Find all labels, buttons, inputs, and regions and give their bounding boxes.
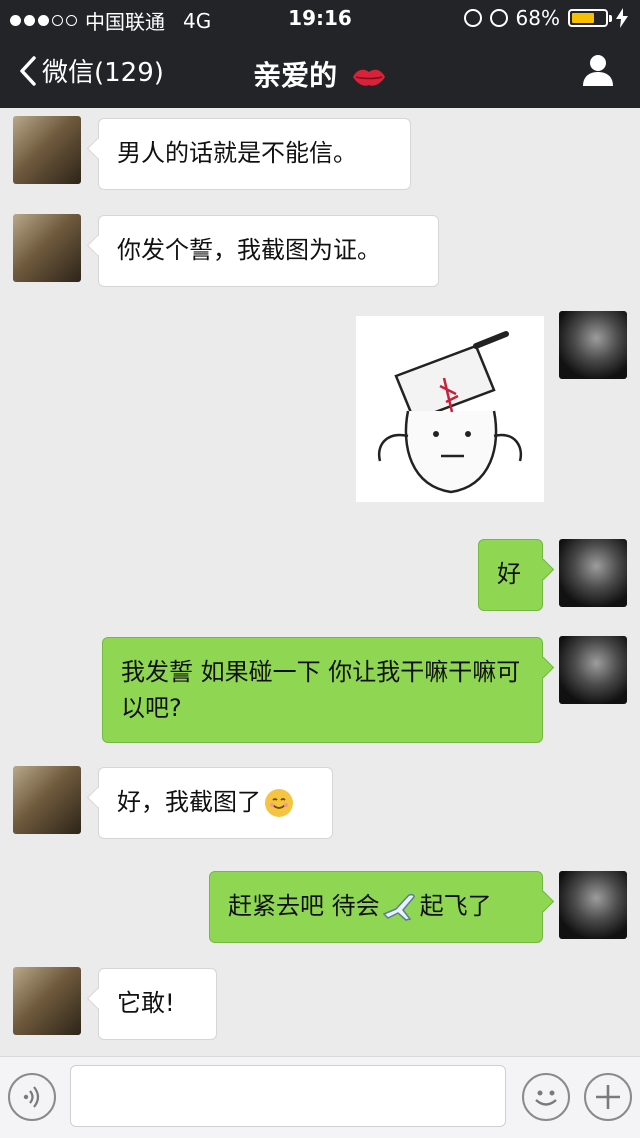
my-avatar[interactable]	[559, 311, 627, 379]
voice-icon	[23, 1086, 40, 1108]
input-bar	[0, 1056, 640, 1138]
alarm-icon	[489, 9, 508, 27]
my-avatar[interactable]	[559, 539, 627, 607]
charging-bolt-icon	[616, 8, 628, 28]
cleaver-on-head-sticker[interactable]	[356, 316, 544, 502]
emoji-icon	[535, 1090, 557, 1106]
airplane-emoji-icon	[382, 893, 415, 921]
my-avatar[interactable]	[559, 871, 627, 939]
status-bar: 中国联通 4G 19:16 68%	[0, 0, 640, 36]
smile-emoji-icon	[265, 789, 293, 817]
incoming-message[interactable]: 它敢!	[98, 968, 217, 1040]
contact-avatar[interactable]	[13, 967, 81, 1035]
message-text: 好，我截图了	[117, 788, 261, 816]
kiss-lips-icon	[352, 69, 385, 86]
chat-title: 亲爱的	[0, 54, 640, 94]
outgoing-message[interactable]: 我发誓 如果碰一下 你让我干嘛干嘛可以吧?	[102, 637, 543, 743]
plus-icon	[596, 1085, 620, 1109]
message-text: 男人的话就是不能信。	[117, 139, 357, 167]
more-button[interactable]	[584, 1073, 632, 1121]
outgoing-message[interactable]: 好	[478, 539, 543, 611]
profile-icon[interactable]	[580, 52, 616, 88]
message-text-before: 赶紧去吧 待会	[228, 892, 380, 920]
emoji-button[interactable]	[522, 1073, 570, 1121]
contact-avatar[interactable]	[13, 214, 81, 282]
message-text: 我发誓 如果碰一下 你让我干嘛干嘛可以吧?	[121, 658, 521, 722]
message-text: 你发个誓，我截图为证。	[117, 236, 381, 264]
nav-bar: 微信(129) 亲爱的	[0, 36, 640, 108]
battery-icon	[568, 9, 612, 27]
rotation-lock-icon	[463, 9, 482, 27]
incoming-message[interactable]: 男人的话就是不能信。	[98, 118, 411, 190]
chat-area[interactable]: 男人的话就是不能信。 你发个誓，我截图为证。 好 我发誓 如果碰一下 你让我干嘛…	[0, 108, 640, 1056]
my-avatar[interactable]	[559, 636, 627, 704]
incoming-message[interactable]: 好，我截图了	[98, 767, 333, 839]
message-input[interactable]	[70, 1065, 506, 1127]
message-text: 好	[497, 560, 521, 588]
message-text: 它敢!	[117, 989, 175, 1017]
message-text-after: 起飞了	[419, 892, 492, 920]
battery-percent: 68%	[515, 6, 560, 30]
voice-button[interactable]	[8, 1073, 56, 1121]
outgoing-message[interactable]: 赶紧去吧 待会 起飞了	[209, 871, 543, 943]
top-bar: 中国联通 4G 19:16 68% 微信(129) 亲爱的	[0, 0, 640, 108]
contact-avatar[interactable]	[13, 116, 81, 184]
contact-avatar[interactable]	[13, 766, 81, 834]
incoming-message[interactable]: 你发个誓，我截图为证。	[98, 215, 439, 287]
contact-name: 亲爱的	[253, 59, 338, 92]
